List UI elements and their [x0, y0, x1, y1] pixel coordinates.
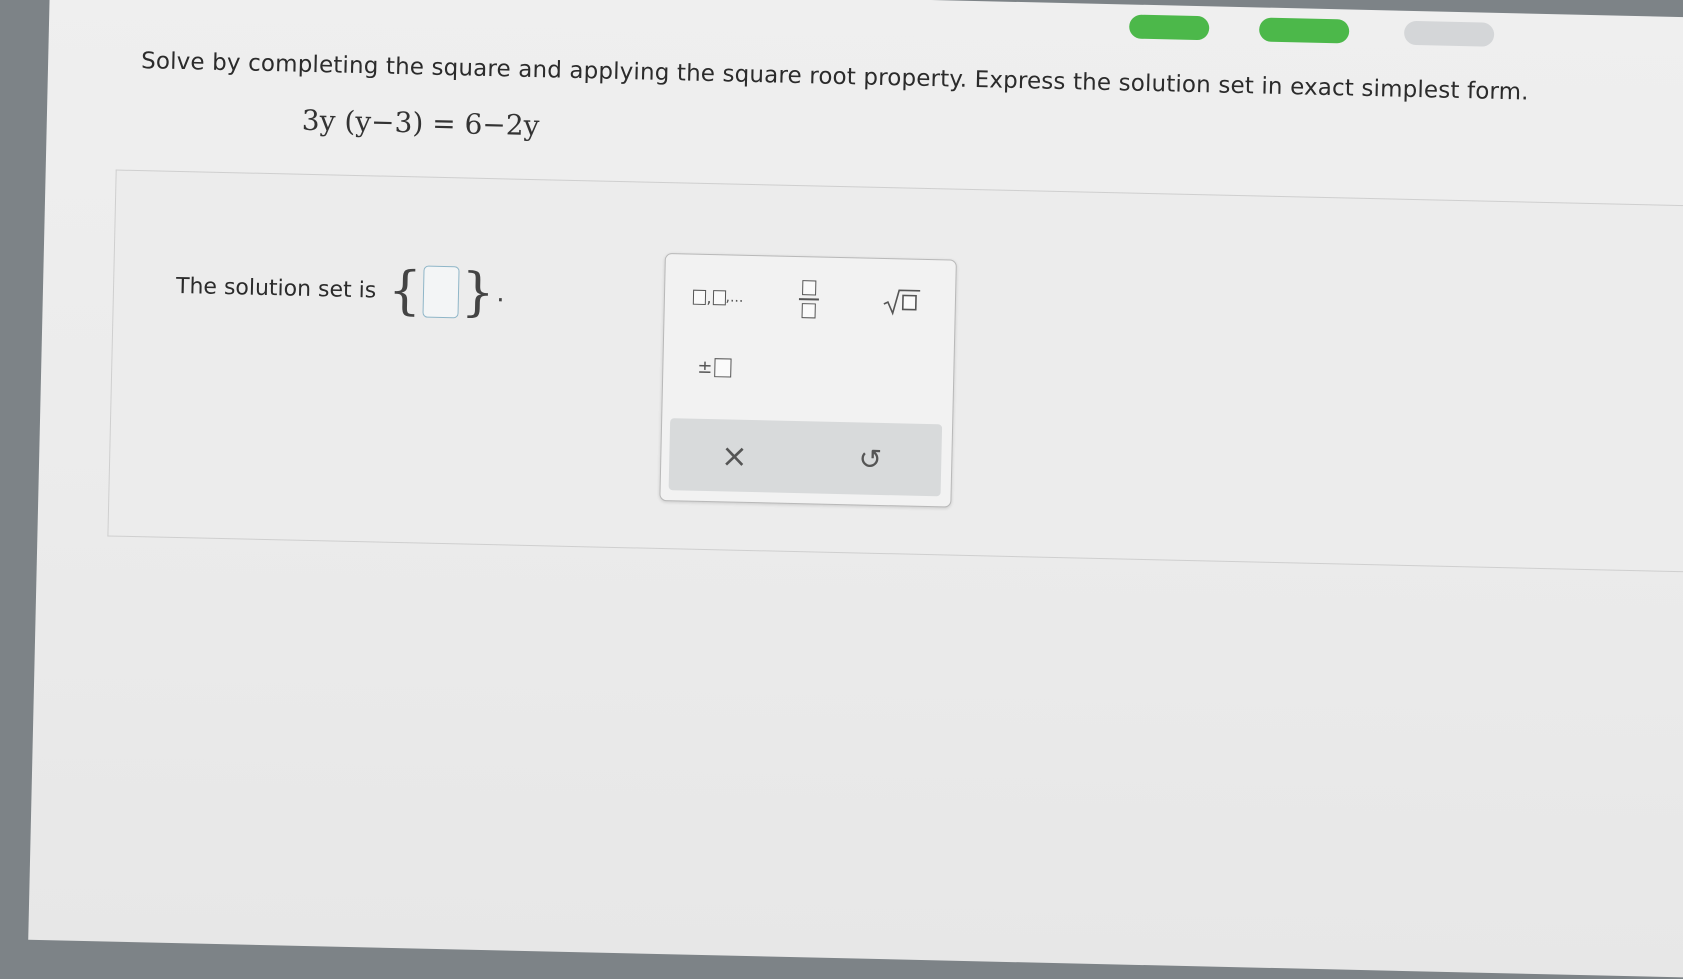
- sqrt-template-button[interactable]: [876, 279, 927, 324]
- top-nav-button-2[interactable]: [1258, 17, 1350, 44]
- open-brace: {: [387, 260, 423, 322]
- solution-label: The solution set is: [175, 273, 377, 303]
- denominator-square-icon: [801, 302, 816, 319]
- numerator-square-icon: [802, 280, 817, 296]
- answer-panel: The solution set is { } . , ,... ± × ↺: [107, 169, 1683, 574]
- undo-button[interactable]: ↺: [835, 432, 906, 486]
- plus-minus-square-icon: [714, 357, 732, 378]
- math-palette: , ,... ± × ↺: [659, 253, 957, 508]
- solution-line: The solution set is { } .: [175, 260, 506, 324]
- clear-button[interactable]: ×: [699, 429, 770, 483]
- top-nav-button-1[interactable]: [1128, 14, 1210, 41]
- sqrt-icon: [883, 289, 921, 316]
- plus-minus-symbol: ±: [697, 356, 713, 378]
- list-template-button[interactable]: , ,...: [683, 276, 754, 318]
- top-nav-button-3[interactable]: [1403, 20, 1495, 47]
- palette-action-bar: × ↺: [668, 418, 943, 497]
- list-square-icon: [712, 289, 726, 305]
- fraction-template-button[interactable]: [788, 275, 829, 324]
- screen: Solve by completing the square and apply…: [28, 0, 1683, 979]
- fraction-bar: [798, 298, 819, 301]
- close-brace: }: [460, 262, 496, 324]
- undo-icon: ↺: [858, 441, 883, 476]
- answer-input-box[interactable]: [422, 265, 460, 319]
- list-square-icon: [692, 289, 706, 305]
- plus-minus-template-button[interactable]: ±: [689, 347, 740, 388]
- equation: 3y (y−3) = 6−2y: [301, 103, 540, 143]
- question-prompt: Solve by completing the square and apply…: [140, 48, 1529, 106]
- close-icon: ×: [720, 436, 749, 475]
- period: .: [496, 278, 506, 309]
